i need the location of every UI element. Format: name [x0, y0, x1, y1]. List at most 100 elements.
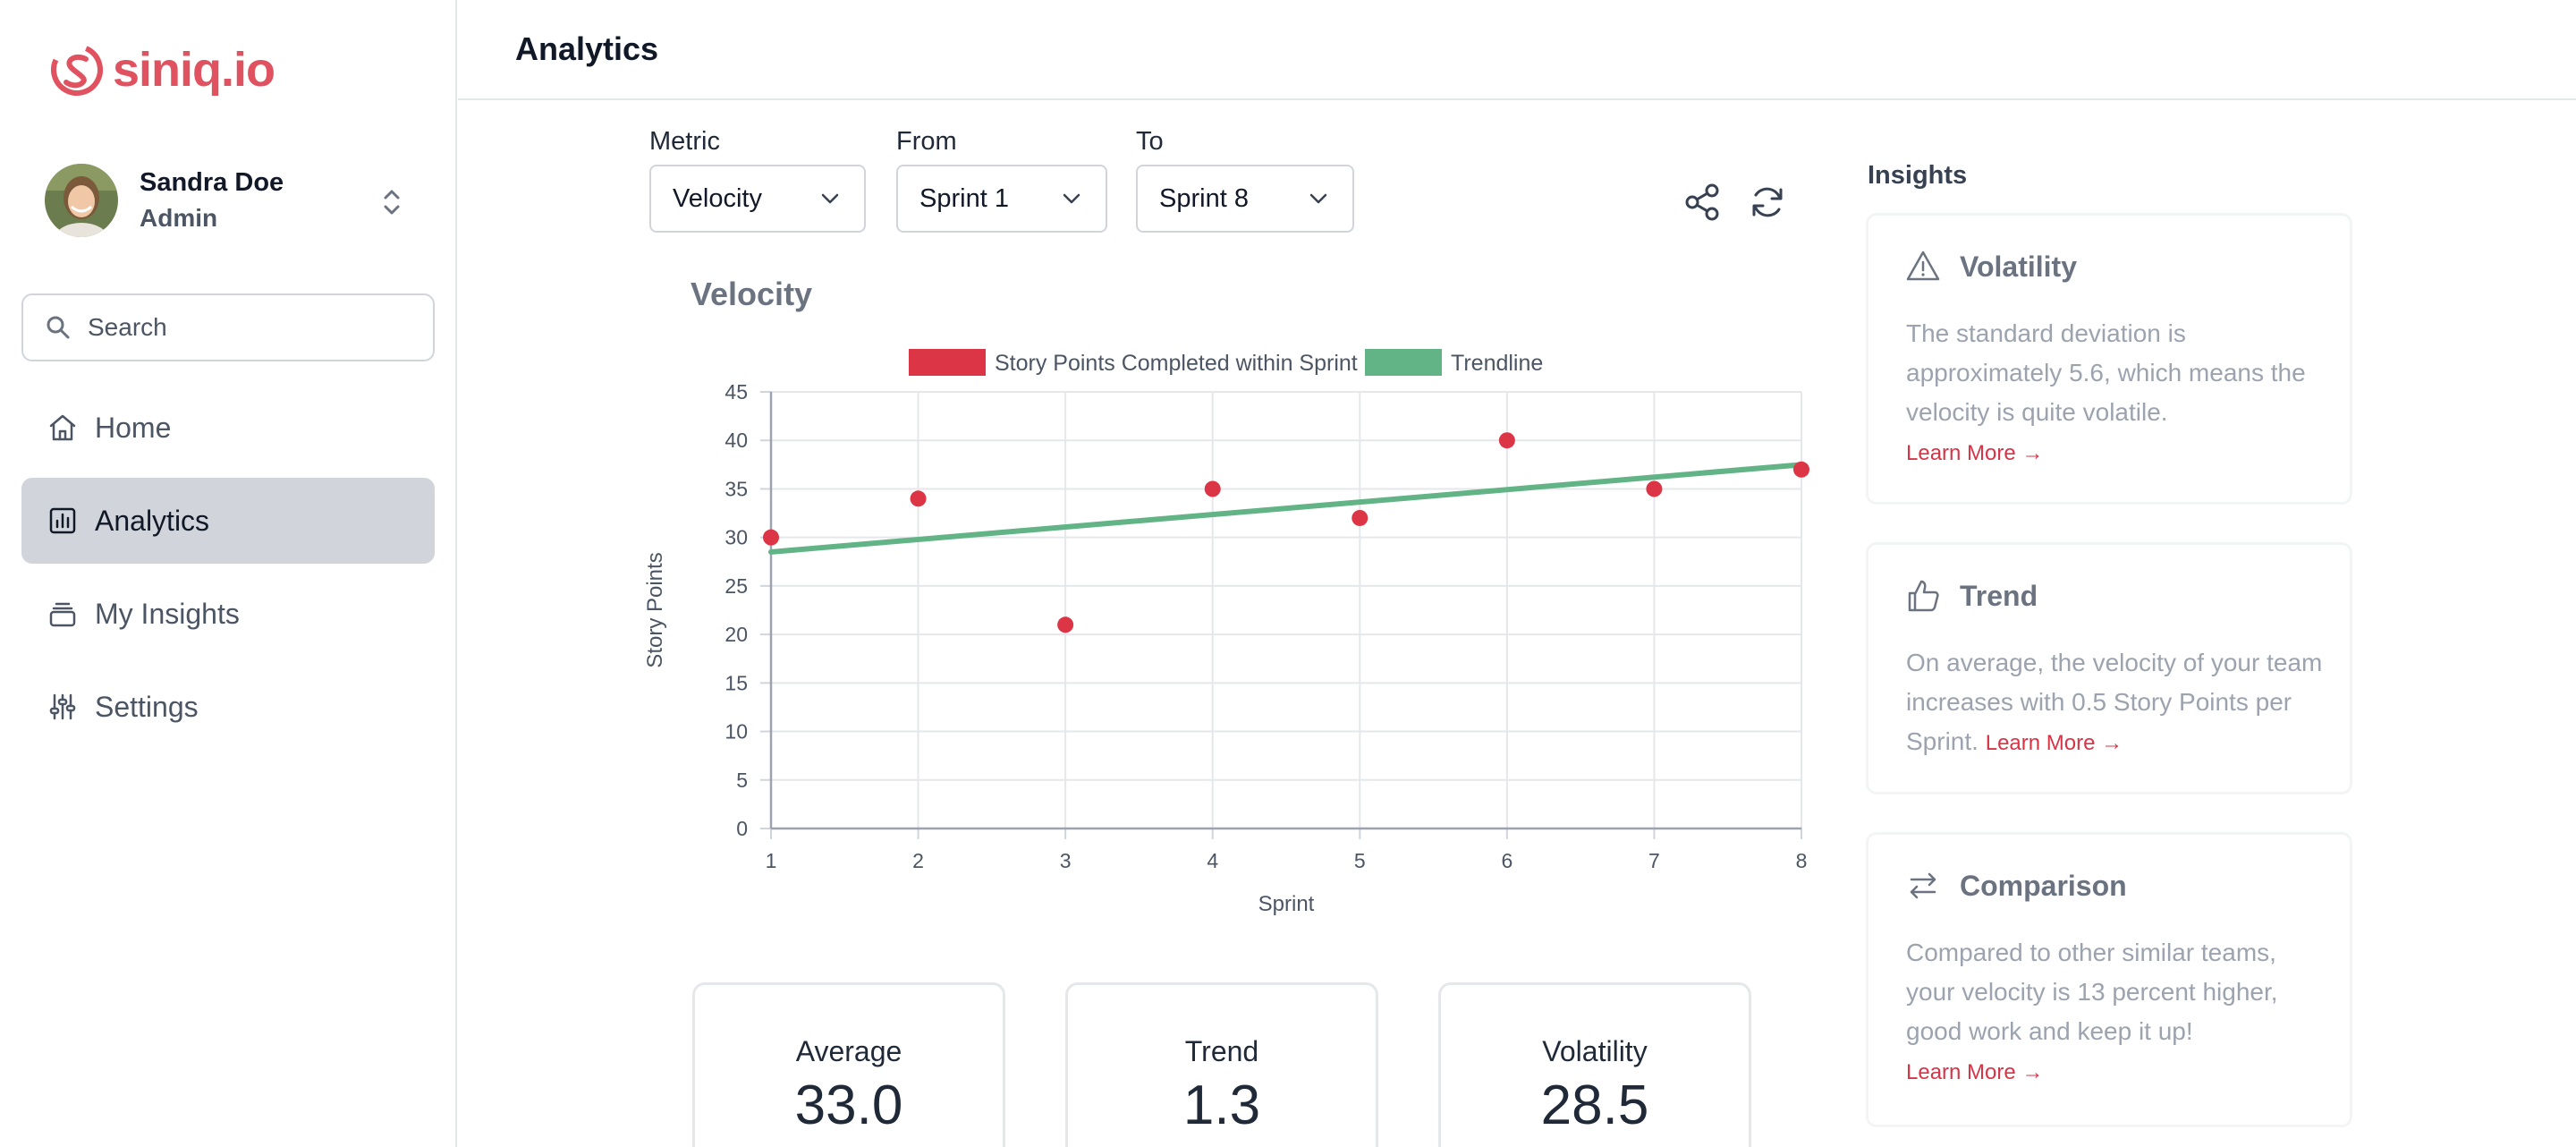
- to-filter: To Sprint 8: [1136, 127, 1354, 233]
- page-header: Analytics: [458, 0, 2576, 100]
- data-point: [1352, 509, 1368, 526]
- y-tick-label: 5: [736, 769, 748, 792]
- insight-card-comparison: Comparison Compared to other similar tea…: [1866, 832, 2352, 1127]
- sidebar-item-label: My Insights: [95, 597, 240, 630]
- user-menu[interactable]: Sandra Doe Admin: [45, 163, 411, 238]
- stat-value: 33.0: [794, 1075, 903, 1136]
- to-value: Sprint 8: [1159, 183, 1249, 213]
- thumbs-up-icon: [1908, 580, 1939, 612]
- insight-title: Trend: [1960, 579, 2038, 612]
- to-select[interactable]: Sprint 8: [1136, 165, 1354, 233]
- x-tick-label: 7: [1648, 849, 1660, 872]
- data-point: [1498, 432, 1515, 449]
- y-axis-label: Story Points: [643, 552, 667, 667]
- stat-card-volatility: Volatility 28.5: [1438, 982, 1751, 1147]
- velocity-chart: 0510152025303540451 2 3 4 5 6 7 8SprintStory Po…: [643, 349, 1809, 916]
- x-tick-label: 5: [1354, 849, 1366, 872]
- arrows-swap-icon: [1910, 872, 1936, 899]
- warning-icon: [1906, 251, 1940, 281]
- x-tick-label: 6: [1501, 849, 1513, 872]
- avatar: [45, 164, 118, 237]
- chevron-down-icon: [821, 193, 839, 204]
- sidebar: siniq.io Sandra Doe Admin Search Home An…: [0, 0, 457, 1147]
- learn-more-link[interactable]: Learn More →: [1906, 1060, 2043, 1084]
- sliders-icon: [49, 693, 76, 720]
- data-point: [763, 529, 779, 546]
- metric-value: Velocity: [673, 183, 762, 213]
- refresh-icon: [1752, 187, 1783, 217]
- logo[interactable]: siniq.io: [48, 41, 275, 98]
- y-tick-label: 25: [724, 574, 748, 598]
- insight-title: Comparison: [1960, 869, 2127, 902]
- learn-more-link[interactable]: Learn More →: [1986, 731, 2123, 755]
- sidebar-item-my-insights[interactable]: My Insights: [21, 571, 435, 657]
- chevron-up-down-icon[interactable]: [376, 184, 408, 220]
- stat-card-trend: Trend 1.3: [1065, 982, 1378, 1147]
- learn-more-link[interactable]: Learn More →: [1906, 441, 2043, 465]
- insight-body: Compared to other similar teams, your ve…: [1906, 933, 2326, 1092]
- stat-value: 1.3: [1182, 1075, 1261, 1136]
- insights-title: Insights: [1868, 161, 1968, 190]
- sidebar-item-home[interactable]: Home: [21, 385, 435, 471]
- metric-select[interactable]: Velocity: [649, 165, 866, 233]
- share-button[interactable]: [1678, 177, 1728, 227]
- sidebar-item-label: Home: [95, 411, 172, 444]
- data-point: [1057, 616, 1074, 633]
- to-label: To: [1136, 127, 1164, 156]
- x-tick-label: 2: [912, 849, 924, 872]
- stat-label: Average: [795, 1035, 902, 1067]
- search-icon: [47, 316, 70, 339]
- user-role: Admin: [140, 204, 218, 232]
- metric-label: Metric: [649, 127, 720, 156]
- refresh-button[interactable]: [1742, 177, 1792, 227]
- sidebar-item-analytics[interactable]: Analytics: [21, 478, 435, 564]
- x-tick-label: 1: [766, 849, 777, 872]
- share-icon: [1685, 183, 1719, 221]
- insight-card-trend: Trend On average, the velocity of your t…: [1866, 542, 2352, 794]
- y-tick-label: 30: [724, 526, 748, 549]
- sidebar-item-settings[interactable]: Settings: [21, 664, 435, 750]
- insight-text: Compared to other similar teams, your ve…: [1906, 939, 2278, 1045]
- x-axis-label: Sprint: [1258, 892, 1315, 916]
- user-name: Sandra Doe: [140, 168, 284, 197]
- y-tick-label: 10: [724, 720, 748, 743]
- stat-label: Volatility: [1542, 1035, 1648, 1067]
- x-tick-label: 3: [1060, 849, 1072, 872]
- insight-text: The standard deviation is approximately …: [1906, 319, 2306, 426]
- stat-label: Trend: [1184, 1035, 1259, 1067]
- data-point: [910, 490, 927, 507]
- chart-icon: [49, 507, 76, 534]
- sidebar-item-label: Settings: [95, 690, 199, 723]
- y-tick-label: 0: [736, 817, 748, 840]
- from-label: From: [896, 127, 957, 156]
- siniq-logo-icon: [51, 44, 103, 96]
- page-title: Analytics: [515, 30, 659, 67]
- search-input[interactable]: [88, 313, 410, 342]
- stat-card-average: Average 33.0: [692, 982, 1005, 1147]
- y-tick-label: 45: [724, 380, 748, 404]
- from-select[interactable]: Sprint 1: [896, 165, 1107, 233]
- sidebar-item-label: Analytics: [95, 504, 210, 537]
- chevron-down-icon: [1309, 193, 1327, 204]
- legend-swatch-trendline: [1365, 349, 1442, 376]
- y-tick-label: 15: [724, 671, 748, 694]
- stat-value: 28.5: [1540, 1075, 1649, 1136]
- chevron-down-icon: [1063, 193, 1080, 204]
- search-box[interactable]: [21, 293, 435, 361]
- from-filter: From Sprint 1: [896, 127, 1107, 233]
- logo-text: siniq.io: [113, 43, 275, 97]
- trendline: [768, 462, 1804, 555]
- sidebar-nav: Home Analytics My Insights Settings: [21, 385, 435, 757]
- y-tick-label: 40: [724, 429, 748, 452]
- insight-body: On average, the velocity of your team in…: [1906, 643, 2326, 763]
- stack-icon: [49, 602, 76, 627]
- home-icon: [49, 414, 76, 441]
- metric-filter: Metric Velocity: [649, 127, 866, 233]
- y-tick-label: 20: [724, 623, 748, 646]
- insight-title: Volatility: [1960, 250, 2077, 283]
- from-value: Sprint 1: [919, 183, 1009, 213]
- legend-label-story-points: Story Points Completed within Sprint: [995, 351, 1358, 376]
- legend-label-trendline: Trendline: [1451, 351, 1543, 376]
- chart-title: Velocity: [691, 276, 813, 312]
- x-tick-label: 4: [1207, 849, 1218, 872]
